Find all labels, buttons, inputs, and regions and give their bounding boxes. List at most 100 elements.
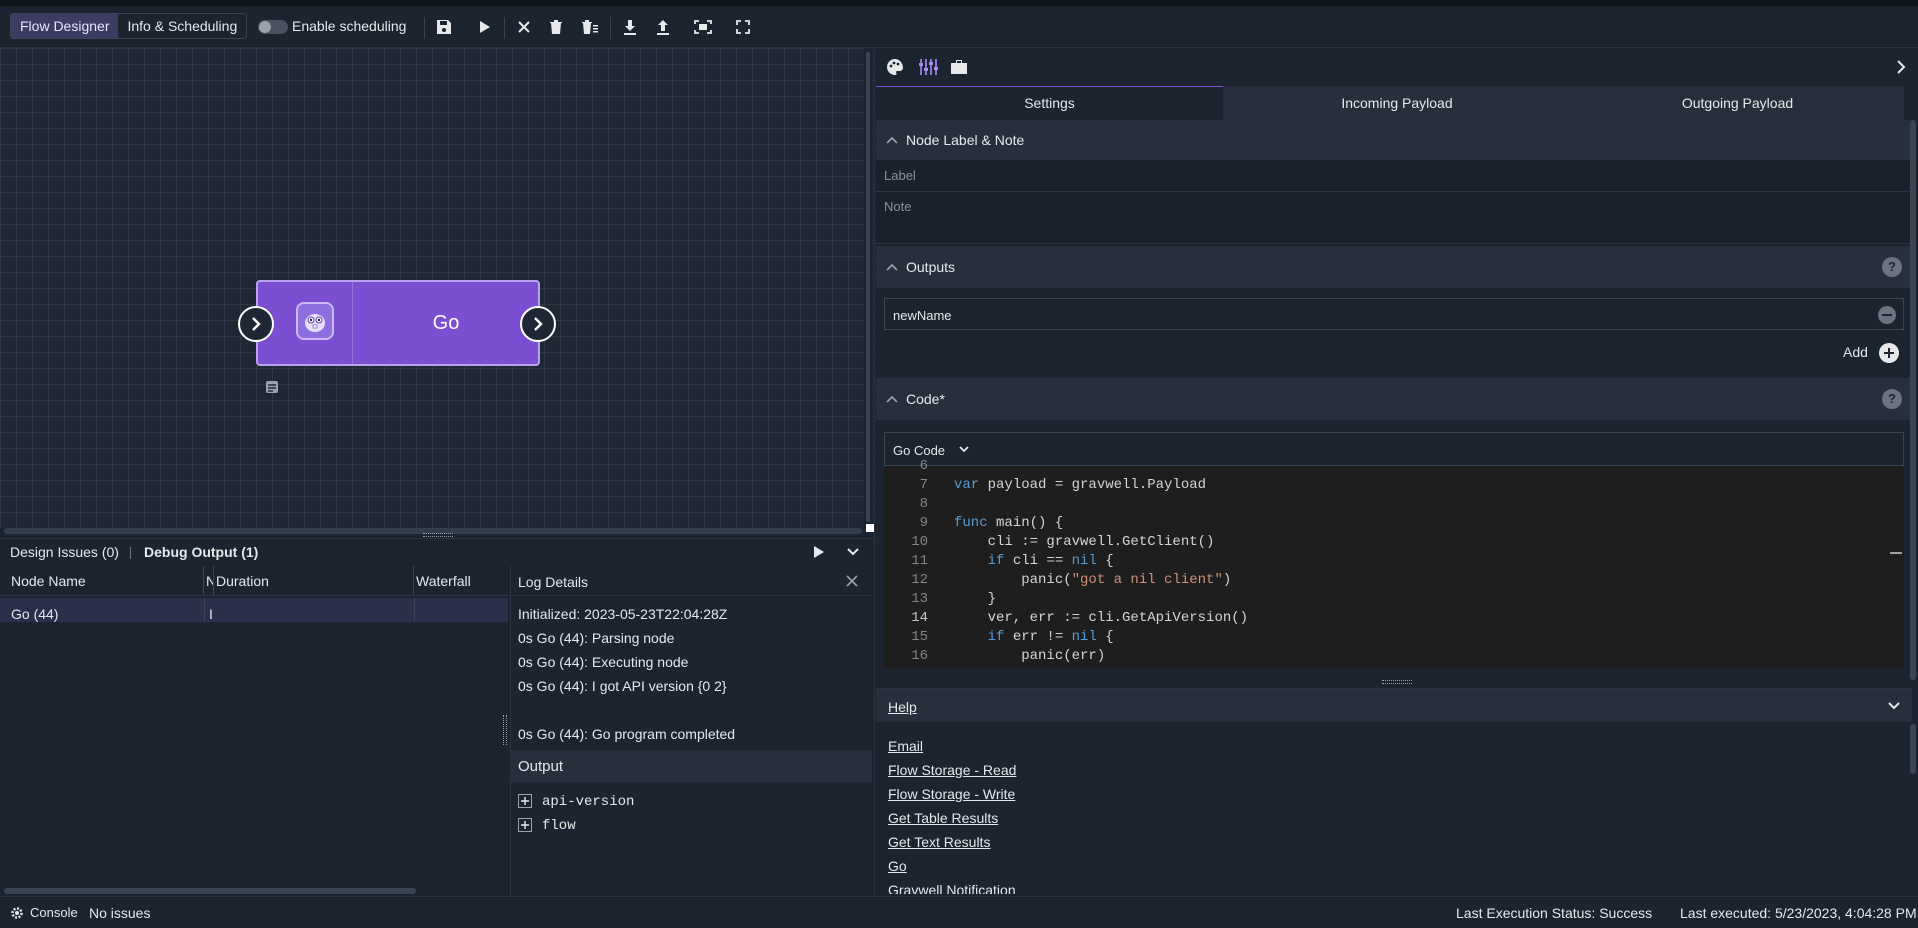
node-output-port[interactable] (520, 306, 556, 342)
node-input-port[interactable] (238, 306, 274, 342)
line-number: 6 (919, 458, 928, 474)
add-output-button[interactable] (1879, 343, 1899, 363)
grid-horizontal-scrollbar[interactable] (4, 888, 416, 894)
label-input[interactable]: Label (876, 160, 1912, 192)
code-line: cli := gravwell.GetClient() (954, 534, 1215, 550)
toolbar-separator (504, 17, 505, 39)
tab-incoming-payload[interactable]: Incoming Payload (1223, 87, 1571, 120)
tab-debug-output[interactable]: Debug Output (1) (144, 544, 258, 560)
collapse-right-panel-button[interactable] (1896, 60, 1906, 74)
plus-icon (521, 821, 529, 829)
toolbar: Flow Designer Info & Scheduling Enable s… (0, 6, 1918, 48)
code-section-header[interactable]: Code* ? (876, 378, 1912, 420)
chevron-up-icon (886, 395, 898, 403)
download-button[interactable] (618, 15, 642, 39)
output-name-field[interactable]: newName (884, 298, 1904, 330)
issues-status: No issues (89, 905, 151, 921)
log-line: 0s Go (44): Go program completed (518, 726, 736, 742)
fit-screen-button[interactable] (691, 15, 715, 39)
run-button[interactable] (472, 15, 496, 39)
code-line: panic("got a nil client") (954, 572, 1232, 588)
chevron-down-icon (959, 446, 969, 453)
save-icon (437, 20, 451, 34)
fullscreen-button[interactable] (731, 15, 755, 39)
col-node-name[interactable]: Node Name (0, 566, 204, 596)
output-item-flow[interactable]: flow (542, 818, 576, 834)
close-icon (846, 575, 858, 587)
help-icon[interactable]: ? (1882, 389, 1902, 409)
fullscreen-icon (736, 20, 750, 34)
close-log-button[interactable] (846, 575, 858, 587)
console-button[interactable]: Console (30, 905, 78, 920)
resize-corner[interactable] (866, 524, 874, 532)
help-link-flow-storage-read[interactable]: Flow Storage - Read (888, 762, 1016, 778)
output-item-api-version[interactable]: api-version (542, 794, 634, 810)
run-debug-button[interactable] (813, 545, 825, 559)
node-label-section-title: Node Label & Note (906, 132, 1025, 148)
collapse-panel-button[interactable] (847, 547, 859, 557)
line-number: 16 (911, 648, 928, 664)
help-header[interactable]: Help (876, 688, 1912, 722)
code-line: ver, err := cli.GetApiVersion() (954, 610, 1249, 626)
add-output-label[interactable]: Add (1843, 344, 1868, 360)
palette-icon[interactable] (886, 58, 904, 76)
vertical-splitter[interactable] (864, 48, 872, 532)
drag-handle[interactable] (423, 533, 453, 537)
col-waterfall[interactable]: Waterfall (414, 566, 508, 596)
briefcase-icon[interactable] (950, 58, 968, 76)
play-icon (814, 546, 824, 558)
help-icon[interactable]: ? (1882, 257, 1902, 277)
line-number: 9 (919, 515, 928, 531)
scheduling-label: Enable scheduling (292, 18, 407, 34)
help-link-get-text-results[interactable]: Get Text Results (888, 834, 990, 850)
editor-splitter-handle[interactable] (1382, 680, 1412, 684)
delete-all-button[interactable] (578, 15, 602, 39)
node-label-section-header[interactable]: Node Label & Note (876, 120, 1912, 160)
note-icon[interactable] (265, 380, 279, 394)
outputs-section-header[interactable]: Outputs ? (876, 246, 1912, 288)
close-icon (518, 21, 530, 33)
log-line: 0s Go (44): Executing node (518, 654, 689, 670)
expand-api-version-button[interactable] (518, 794, 532, 808)
code-editor[interactable]: 6 7 var payload = gravwell.Payload 8 9 func m… (884, 458, 1904, 668)
log-line: 0s Go (44): Parsing node (518, 630, 675, 646)
sliders-icon[interactable] (918, 58, 938, 76)
settings-scrollbar[interactable] (1910, 120, 1916, 680)
remove-output-button[interactable] (1878, 306, 1896, 324)
tab-outgoing-payload[interactable]: Outgoing Payload (1571, 87, 1904, 120)
row-divider (414, 598, 415, 622)
help-title[interactable]: Help (888, 699, 917, 715)
grid-splitter-handle[interactable] (503, 715, 507, 745)
help-link-gravwell-notification[interactable]: Gravwell Notification (888, 882, 1016, 894)
help-link-email[interactable]: Email (888, 738, 923, 754)
plus-icon (1884, 348, 1894, 358)
tab-info-scheduling[interactable]: Info & Scheduling (118, 14, 246, 38)
help-scrollbar[interactable] (1910, 724, 1916, 774)
help-link-get-table-results[interactable]: Get Table Results (888, 810, 998, 826)
cancel-button[interactable] (512, 15, 536, 39)
log-line: Initialized: 2023-05-23T22:04:28Z (518, 606, 728, 622)
table-row[interactable]: Go (44) I (0, 598, 508, 622)
upload-button[interactable] (651, 15, 675, 39)
play-icon (480, 21, 490, 33)
tab-design-issues[interactable]: Design Issues (0) (10, 544, 119, 560)
delete-button[interactable] (544, 15, 568, 39)
col-n[interactable]: N (204, 566, 214, 596)
help-link-flow-storage-write[interactable]: Flow Storage - Write (888, 786, 1015, 802)
row-n: I (209, 606, 213, 622)
trash-multi-icon (582, 20, 598, 34)
tab-settings[interactable]: Settings (876, 87, 1223, 120)
toolbar-separator (610, 17, 611, 39)
note-input[interactable]: Note (876, 192, 1912, 244)
scheduling-toggle[interactable] (258, 20, 288, 34)
help-link-go[interactable]: Go (888, 858, 907, 874)
toolbar-separator (424, 17, 425, 39)
expand-flow-button[interactable] (518, 818, 532, 832)
output-title: Output (518, 758, 564, 775)
go-node[interactable]: Go (256, 280, 540, 366)
fit-screen-icon (694, 20, 712, 34)
col-duration[interactable]: Duration (214, 566, 414, 596)
code-type-select[interactable]: Go Code (884, 432, 1904, 466)
tab-flow-designer[interactable]: Flow Designer (11, 14, 119, 38)
save-button[interactable] (432, 15, 456, 39)
